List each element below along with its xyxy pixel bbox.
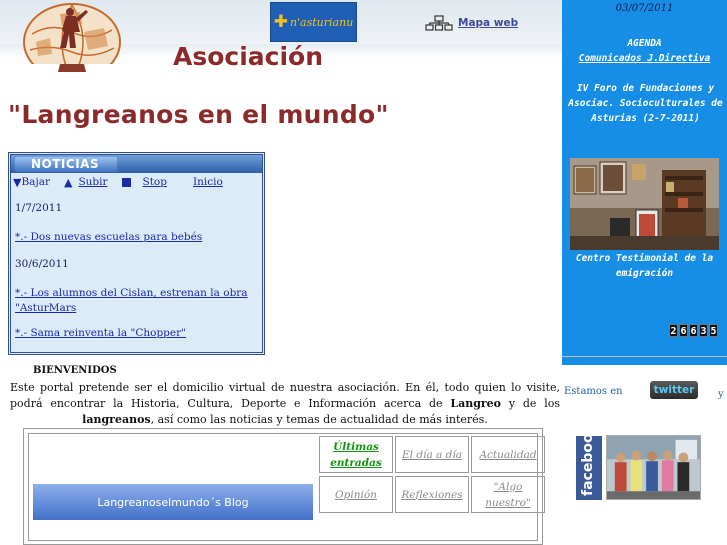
news-item-link[interactable]: *.- Los alumnos del Cislan, estrenan la …: [15, 286, 258, 316]
stop-square-icon: [121, 177, 131, 187]
welcome-paragraph: Este portal pretende ser el domicilio vi…: [10, 380, 560, 428]
counter-digit: 5: [709, 324, 718, 337]
blog-current-link[interactable]: Actualidad: [471, 436, 545, 473]
news-box: NOTICIAS ▼ Bajar ▲ Subir Stop Inicio 1/7…: [8, 152, 265, 355]
news-item-link[interactable]: *.- Dos nuevas escuelas para bebés: [15, 230, 258, 245]
visit-counter: 2 6 6 3 5: [669, 324, 718, 337]
asturianu-language-badge[interactable]: ✚ n'asturianu: [270, 2, 357, 42]
agenda-block: AGENDA Comunicados J.Directiva: [562, 36, 727, 66]
blog-reflections-link[interactable]: Reflexiones: [395, 476, 469, 513]
social-conjunction: y: [718, 389, 724, 400]
page-title-line2: "Langreanos en el mundo": [8, 100, 389, 129]
blog-latest-link[interactable]: Últimas entradas: [319, 436, 393, 473]
agenda-link[interactable]: AGENDA: [562, 36, 727, 51]
welcome-langreo: Langreo: [450, 397, 502, 410]
news-home-link[interactable]: Inicio: [193, 176, 223, 188]
counter-digit: 3: [699, 324, 708, 337]
blog-opinion-link[interactable]: Opinión: [319, 476, 393, 513]
news-header: NOTICIAS: [11, 155, 262, 173]
news-heading: NOTICIAS: [15, 156, 118, 172]
site-map-label: Mapa web: [458, 17, 519, 29]
news-scroll-down-link[interactable]: Bajar: [21, 176, 50, 188]
welcome-langreanos: langreanos: [82, 413, 151, 426]
news-item-link[interactable]: *.- Sama reinventa la "Chopper": [15, 326, 258, 341]
group-photo[interactable]: [606, 435, 701, 500]
news-date: 1/7/2011: [15, 202, 63, 214]
board-communiques-link[interactable]: Comunicados J.Directiva: [562, 51, 727, 66]
twitter-button[interactable]: twitter: [650, 381, 698, 399]
sidebar-divider: [562, 356, 727, 357]
emigration-center-caption[interactable]: Centro Testimonial de la emigración: [562, 251, 727, 281]
social-intro: Estamos en: [564, 386, 623, 397]
current-date: 03/07/2011: [615, 3, 674, 14]
facebook-label: facebook: [580, 424, 596, 496]
news-stop-link[interactable]: Stop: [143, 176, 167, 188]
asturianu-label: n'asturianu: [289, 15, 354, 29]
counter-digit: 6: [679, 324, 688, 337]
blog-day-link[interactable]: El día a día: [395, 436, 469, 473]
counter-digit: 2: [669, 324, 678, 337]
news-list: 1/7/2011 *.- Dos nuevas escuelas para be…: [11, 201, 262, 341]
blog-table-inner: Langreanoselmundo´s Blog Últimas entrada…: [28, 433, 545, 541]
welcome-text-part: , así como las noticias y temas de actua…: [150, 413, 488, 426]
page-title-line1: Asociación: [173, 42, 324, 71]
down-arrow-icon: ▼: [13, 175, 22, 189]
blog-table: Langreanoselmundo´s Blog Últimas entrada…: [23, 428, 545, 545]
blog-ours-link[interactable]: "Algo nuestro": [471, 476, 545, 513]
counter-digit: 6: [689, 324, 698, 337]
up-arrow-icon: ▲: [63, 175, 73, 189]
main-panel: ✚ n'asturianu Mapa web Asociación "Langr…: [0, 0, 562, 545]
news-date: 30/6/2011: [15, 258, 69, 270]
asturias-cross-icon: ✚: [273, 11, 288, 32]
sitemap-icon: [425, 15, 453, 31]
site-map-link[interactable]: Mapa web: [425, 15, 518, 31]
emigration-center-photo[interactable]: [570, 158, 719, 250]
news-scroll-controls: ▼ Bajar ▲ Subir Stop Inicio: [11, 173, 262, 191]
right-sidebar: 03/07/2011 AGENDA Comunicados J.Directiv…: [562, 0, 727, 365]
welcome-heading: BIENVENIDOS: [33, 365, 117, 376]
association-logo[interactable]: [22, 2, 122, 76]
forum-link[interactable]: IV Foro de Fundaciones y Asociac. Socioc…: [564, 81, 727, 126]
blog-banner-link[interactable]: Langreanoselmundo´s Blog: [33, 484, 313, 520]
news-scroll-up-link[interactable]: Subir: [78, 176, 107, 188]
welcome-text-part: y de los: [501, 397, 560, 410]
facebook-button[interactable]: facebook: [576, 424, 602, 500]
